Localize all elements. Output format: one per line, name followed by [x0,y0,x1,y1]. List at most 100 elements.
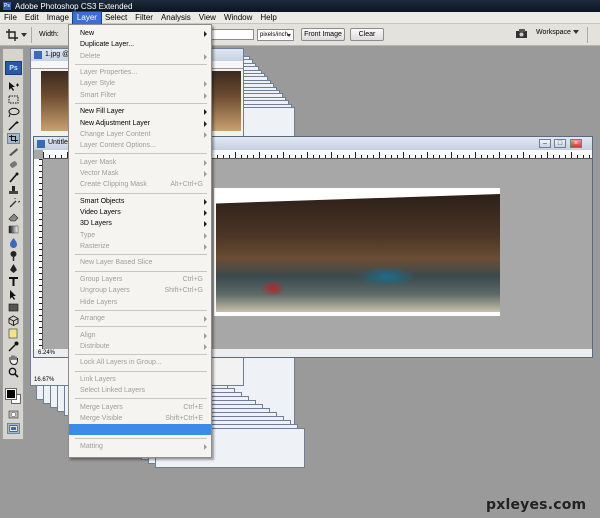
document-title: 1.jpg @ [45,51,70,58]
foreground-color-swatch[interactable] [5,388,17,400]
submenu-arrow-icon [204,131,207,138]
menu-select[interactable]: Select [101,12,131,24]
clone-stamp-icon[interactable] [7,185,20,196]
menu-image[interactable]: Image [43,12,73,24]
hand-tool-icon[interactable] [7,354,20,365]
units-value: pixels/inch [260,32,289,38]
gradient-tool-icon[interactable] [7,224,20,235]
palette-well-icon[interactable] [515,28,529,40]
menu-item-layer-properties[interactable]: Layer Properties... [69,67,211,78]
3d-tool-icon[interactable] [7,315,20,326]
path-selection-icon[interactable] [7,289,20,300]
menu-item-duplicate-layer[interactable]: Duplicate Layer... [69,39,211,50]
submenu-arrow-icon [204,332,207,339]
menu-item-group-layers[interactable]: Group Layers Ctrl+G [69,274,211,285]
menu-item-smart-filter[interactable]: Smart Filter [69,90,211,101]
menu-item-video-layers[interactable]: Video Layers [69,207,211,218]
zoom-level[interactable]: 16.67% [34,377,54,383]
menu-item-arrange[interactable]: Arrange [69,313,211,324]
resolution-input[interactable] [208,29,254,40]
photoshop-logo[interactable]: Ps [5,61,22,75]
submenu-arrow-icon [204,109,207,116]
menu-window[interactable]: Window [220,12,256,24]
menu-item-layer-mask[interactable]: Layer Mask [69,157,211,168]
units-select[interactable]: pixels/inch [257,29,294,41]
menu-analysis[interactable]: Analysis [157,12,195,24]
menu-layer[interactable]: Layer [71,10,102,25]
maximize-button[interactable]: □ [554,139,566,148]
tool-preset-dropdown-icon[interactable] [21,33,27,37]
menu-item-type[interactable]: Type [69,230,211,241]
menu-item-layer-content-options[interactable]: Layer Content Options... [69,140,211,151]
menu-item-delete[interactable]: Delete [69,51,211,62]
menu-item-label: Type [80,231,96,239]
menu-item-new-fill-layer[interactable]: New Fill Layer [69,106,211,117]
crop-tool-icon[interactable] [7,133,20,144]
menu-separator [75,103,207,104]
menu-item-label: Change Layer Content [80,130,151,138]
menu-help[interactable]: Help [256,12,280,24]
healing-brush-icon[interactable] [7,159,20,170]
menu-item-label: Layer Style [80,80,116,88]
minimize-button[interactable]: – [539,139,551,148]
brush-tool-icon[interactable] [7,172,20,183]
magic-wand-icon[interactable] [7,120,20,131]
menu-item-new-adjustment-layer[interactable]: New Adjustment Layer [69,118,211,129]
app-icon: Ps [3,2,11,10]
menu-separator [75,370,207,372]
menu-item-link-layers[interactable]: Link Layers [69,374,211,385]
marquee-tool-icon[interactable] [7,94,20,105]
lasso-tool-icon[interactable] [7,107,20,118]
menu-separator [75,153,207,155]
quick-mask-icon[interactable] [7,409,20,420]
zoom-level[interactable]: 6.24% [38,350,55,356]
eyedropper-icon[interactable] [7,341,20,352]
menu-item-matting[interactable]: Matting [69,441,211,452]
submenu-arrow-icon [204,316,207,322]
menu-item-change-layer-content[interactable]: Change Layer Content [69,129,211,140]
menu-item-align[interactable]: Align [69,330,211,341]
history-brush-icon[interactable] [7,198,20,209]
submenu-arrow-icon [204,343,207,350]
slice-tool-icon[interactable] [7,146,20,157]
front-image-button[interactable]: Front Image [301,28,345,41]
menu-item-merge-visible[interactable]: Merge Visible Shift+Ctrl+E [69,413,211,424]
menu-item-highlighted-item[interactable] [69,424,211,436]
rectangle-tool-icon[interactable] [7,302,20,313]
menu-item-hide-layers[interactable]: Hide Layers [69,297,211,308]
menu-item-ungroup-layers[interactable]: Ungroup Layers Shift+Ctrl+G [69,285,211,296]
submenu-arrow-icon [204,243,207,250]
screen-mode-icon[interactable] [7,423,20,434]
close-button[interactable]: × [570,139,582,148]
notes-tool-icon[interactable] [7,328,20,339]
move-tool-icon[interactable] [7,81,20,92]
type-tool-icon[interactable] [7,276,20,287]
submenu-arrow-icon [204,31,207,37]
workspace-button[interactable]: Workspace [536,29,579,36]
menu-item-lock-all-layers-in-group[interactable]: Lock All Layers in Group... [69,357,211,368]
menu-item-select-linked-layers[interactable]: Select Linked Layers [69,385,211,396]
menu-item-merge-layers[interactable]: Merge Layers Ctrl+E [69,402,211,413]
menu-separator [75,354,207,356]
pen-tool-icon[interactable] [7,263,20,274]
eraser-tool-icon[interactable] [7,211,20,222]
zoom-tool-icon[interactable] [7,367,20,378]
menu-item-layer-style[interactable]: Layer Style [69,78,211,89]
menu-view[interactable]: View [195,12,220,24]
blur-tool-icon[interactable] [7,237,20,248]
menu-filter[interactable]: Filter [131,12,157,24]
file-icon [34,51,42,59]
menu-item-rasterize[interactable]: Rasterize [69,241,211,252]
menu-item-vector-mask[interactable]: Vector Mask [69,168,211,179]
menu-edit[interactable]: Edit [21,12,43,24]
menu-item-create-clipping-mask[interactable]: Create Clipping Mask Alt+Ctrl+G [69,179,211,190]
menu-item-new[interactable]: New [69,28,211,39]
menu-file[interactable]: File [0,12,21,24]
crop-tool-icon[interactable] [6,29,18,41]
clear-button[interactable]: Clear [350,28,384,41]
dodge-tool-icon[interactable] [7,250,20,261]
menu-item-smart-objects[interactable]: Smart Objects [69,196,211,207]
menu-item-distribute[interactable]: Distribute [69,341,211,352]
menu-item-3d-layers[interactable]: 3D Layers [69,218,211,229]
menu-item-new-layer-based-slice[interactable]: New Layer Based Slice [69,257,211,268]
